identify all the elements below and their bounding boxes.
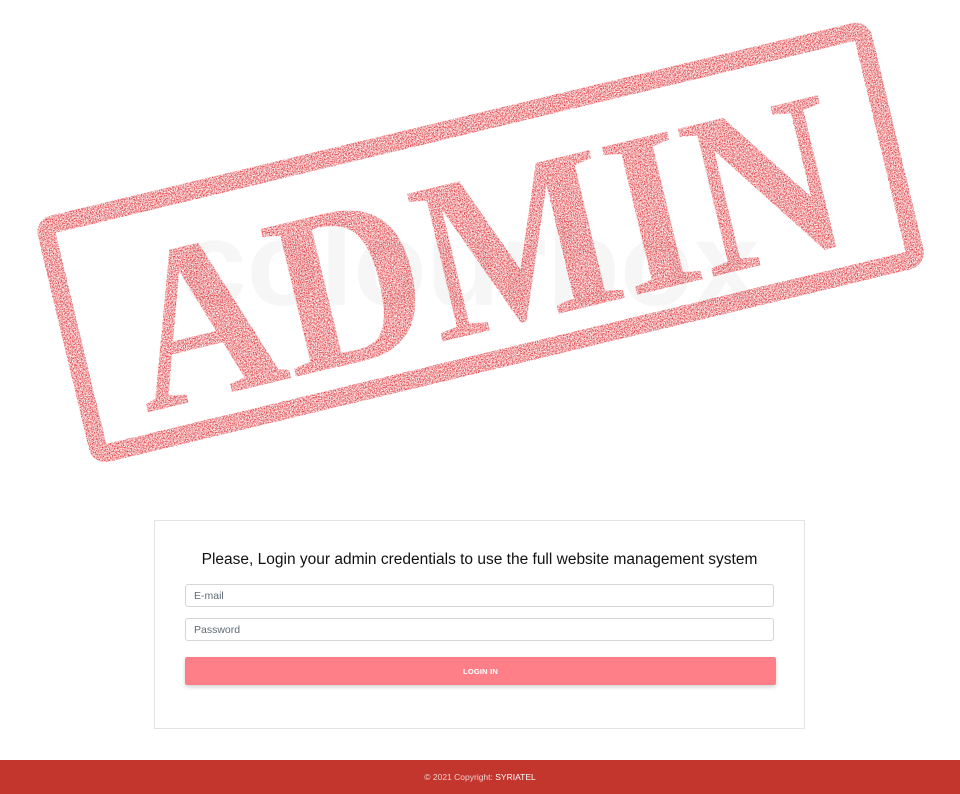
footer: © 2021 Copyright: SYRIATEL: [0, 760, 960, 794]
password-field[interactable]: [185, 618, 774, 641]
admin-stamp-image: colourbox ADMIN: [37, 22, 924, 462]
login-button[interactable]: LOGIN IN: [185, 657, 776, 685]
stamp-text: ADMIN: [98, 42, 868, 462]
admin-stamp-banner: colourbox ADMIN: [0, 0, 960, 490]
login-page: colourbox ADMIN Please, Login your admin…: [0, 0, 960, 794]
email-field[interactable]: [185, 584, 774, 607]
copyright-text: © 2021 Copyright:: [424, 772, 493, 782]
login-card: Please, Login your admin credentials to …: [154, 520, 805, 729]
footer-brand-link[interactable]: SYRIATEL: [495, 772, 535, 782]
login-heading: Please, Login your admin credentials to …: [201, 551, 758, 568]
